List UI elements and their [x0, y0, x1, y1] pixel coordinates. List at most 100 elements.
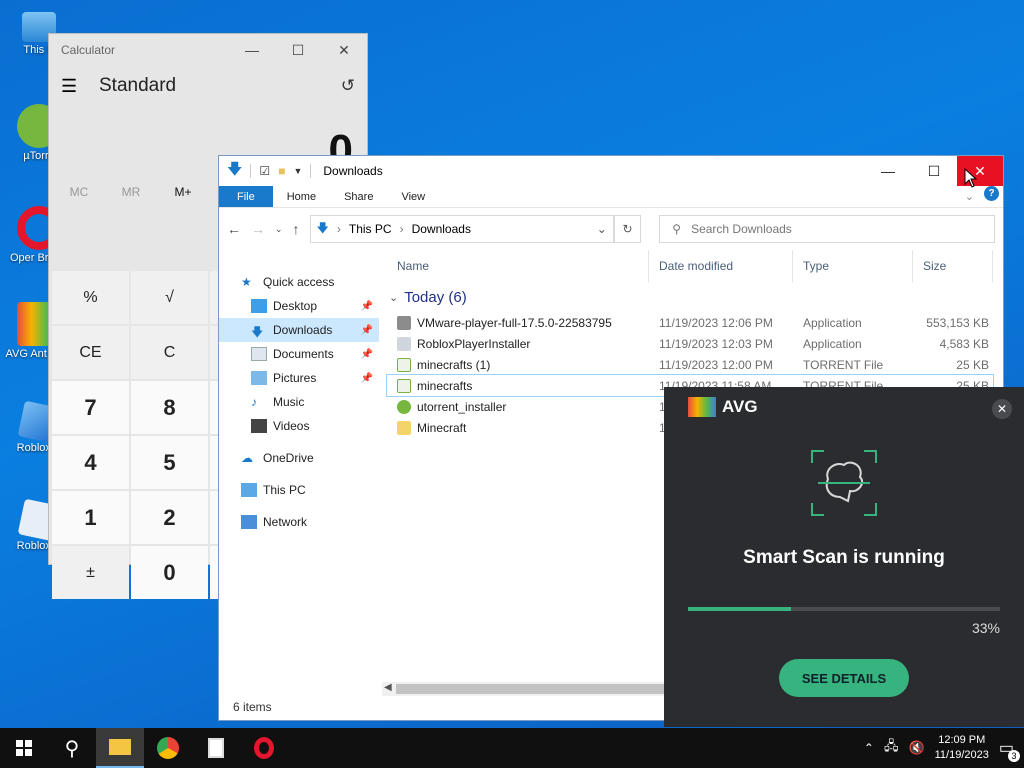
percent-key[interactable]: %	[52, 271, 129, 324]
group-header[interactable]: ⌄ Today (6)	[387, 282, 993, 312]
mouse-cursor-icon	[964, 168, 978, 188]
clear-entry-key[interactable]: CE	[52, 326, 129, 379]
computer-icon	[241, 483, 257, 497]
taskbar-calculator[interactable]	[192, 728, 240, 768]
clock[interactable]: 12:09 PM 11/19/2023	[935, 733, 989, 763]
column-type[interactable]: Type	[793, 250, 913, 282]
column-date-modified[interactable]: Date modified	[649, 250, 793, 282]
breadcrumb-downloads[interactable]: Downloads	[412, 222, 471, 236]
table-row[interactable]: minecrafts (1) 11/19/2023 12:00 PM TORRE…	[387, 354, 993, 375]
taskbar-opera[interactable]	[240, 728, 288, 768]
nav-quick-access[interactable]: ★ Quick access	[219, 270, 379, 294]
calculator-window-controls: — ☐ ✕	[229, 34, 367, 66]
hamburger-menu-icon[interactable]: ☰	[61, 76, 91, 97]
nav-music[interactable]: ♪ Music	[219, 390, 379, 414]
key-5[interactable]: 5	[131, 436, 208, 489]
new-folder-icon[interactable]: ■	[278, 164, 285, 178]
start-button[interactable]	[0, 728, 48, 768]
explorer-title-bar: 🡇 ☑ ■ ▼ Downloads — ☐ ✕	[219, 156, 1003, 186]
chevron-up-icon[interactable]: ⌃	[864, 741, 874, 755]
installer-icon	[397, 315, 411, 330]
clock-date: 11/19/2023	[934, 749, 989, 761]
search-input[interactable]: ⚲ Search Downloads	[659, 215, 995, 243]
memory-clear-button[interactable]: MC	[53, 185, 105, 199]
breadcrumb-this-pc[interactable]: This PC	[349, 222, 392, 236]
search-placeholder: Search Downloads	[691, 222, 792, 236]
tab-view[interactable]: View	[387, 186, 439, 207]
tab-home[interactable]: Home	[273, 186, 330, 207]
table-row[interactable]: VMware-player-full-17.5.0-22583795 11/19…	[387, 312, 993, 333]
search-icon: ⚲	[64, 737, 80, 760]
nav-videos[interactable]: Videos	[219, 414, 379, 438]
key-8[interactable]: 8	[131, 381, 208, 434]
nav-onedrive[interactable]: ☁ OneDrive	[219, 446, 379, 470]
ribbon-tabs: File Home Share View ⌄ ?	[219, 186, 1003, 208]
column-size[interactable]: Size	[913, 250, 993, 282]
pin-icon: 📌	[360, 372, 373, 384]
scan-progress-bar	[688, 607, 1000, 611]
status-bar-item-count: 6 items	[233, 700, 272, 714]
network-icon[interactable]: 🖧	[884, 737, 899, 759]
explorer-title: Downloads	[323, 164, 383, 178]
close-icon[interactable]: ✕	[321, 34, 367, 66]
taskbar: ⚲ ⌃ 🖧 🔇 12:09 PM 11/19/2023 ▭ 3	[0, 728, 1024, 768]
tab-file[interactable]: File	[219, 186, 273, 207]
nav-downloads[interactable]: 🡇 Downloads 📌	[219, 318, 379, 342]
scroll-left-icon[interactable]: ◀	[384, 682, 392, 693]
download-arrow-icon: 🡇	[227, 160, 243, 178]
see-details-button[interactable]: SEE DETAILS	[779, 659, 909, 697]
up-arrow-icon[interactable]: ↑	[293, 221, 300, 237]
memory-recall-button[interactable]: MR	[105, 185, 157, 199]
folder-icon	[109, 739, 131, 755]
search-button[interactable]: ⚲	[48, 728, 96, 768]
nav-network[interactable]: Network	[219, 510, 379, 534]
table-row[interactable]: RobloxPlayerInstaller 11/19/2023 12:03 P…	[387, 333, 993, 354]
scan-progress-fill	[688, 607, 791, 611]
nav-this-pc[interactable]: This PC	[219, 478, 379, 502]
maximize-icon[interactable]: ☐	[911, 156, 957, 186]
nav-documents[interactable]: Documents 📌	[219, 342, 379, 366]
notification-center-icon[interactable]: ▭ 3	[999, 738, 1020, 762]
refresh-icon[interactable]: ↻	[613, 215, 642, 243]
history-icon[interactable]: ↺	[341, 76, 355, 96]
maximize-icon[interactable]: ☐	[275, 34, 321, 66]
negate-key[interactable]: ±	[52, 546, 129, 599]
forward-arrow-icon[interactable]: →	[251, 221, 265, 237]
nav-pictures[interactable]: Pictures 📌	[219, 366, 379, 390]
recent-locations-icon[interactable]: ⌄	[275, 224, 283, 235]
help-icon[interactable]: ?	[984, 186, 999, 201]
sqrt-key[interactable]: √	[131, 271, 208, 324]
windows-logo-icon	[16, 740, 32, 756]
customize-toolbar-icon[interactable]: ▼	[293, 166, 302, 176]
taskbar-chrome[interactable]	[144, 728, 192, 768]
network-icon	[241, 515, 257, 529]
column-name[interactable]: Name	[387, 250, 649, 282]
key-4[interactable]: 4	[52, 436, 129, 489]
properties-icon[interactable]: ☑	[259, 164, 270, 178]
opera-icon	[254, 737, 274, 759]
key-2[interactable]: 2	[131, 491, 208, 544]
clear-key[interactable]: C	[131, 326, 208, 379]
torrent-file-icon	[397, 357, 411, 372]
taskbar-file-explorer[interactable]	[96, 728, 144, 768]
clock-time: 12:09 PM	[938, 734, 986, 746]
minimize-icon[interactable]: —	[229, 34, 275, 66]
scan-heading: Smart Scan is running	[743, 547, 945, 568]
nav-desktop[interactable]: Desktop 📌	[219, 294, 379, 318]
avg-scan-popup: AVG ✕ Smart Scan is running 33% SEE DETA…	[664, 387, 1024, 727]
memory-add-button[interactable]: M+	[157, 185, 209, 199]
desktop-folder-icon	[251, 299, 267, 313]
utorrent-icon	[397, 399, 411, 414]
tab-share[interactable]: Share	[330, 186, 387, 207]
back-arrow-icon[interactable]: ←	[227, 221, 241, 237]
address-bar[interactable]: 🡇 › This PC › Downloads ⌄	[309, 215, 614, 243]
expand-ribbon-icon[interactable]: ⌄	[965, 186, 974, 207]
volume-muted-icon[interactable]: 🔇	[908, 740, 924, 756]
close-icon[interactable]: ✕	[992, 399, 1012, 419]
key-0[interactable]: 0	[131, 546, 208, 599]
minimize-icon[interactable]: —	[865, 156, 911, 186]
key-1[interactable]: 1	[52, 491, 129, 544]
key-7[interactable]: 7	[52, 381, 129, 434]
address-dropdown-icon[interactable]: ⌄	[597, 222, 613, 236]
torrent-file-icon	[397, 378, 411, 393]
